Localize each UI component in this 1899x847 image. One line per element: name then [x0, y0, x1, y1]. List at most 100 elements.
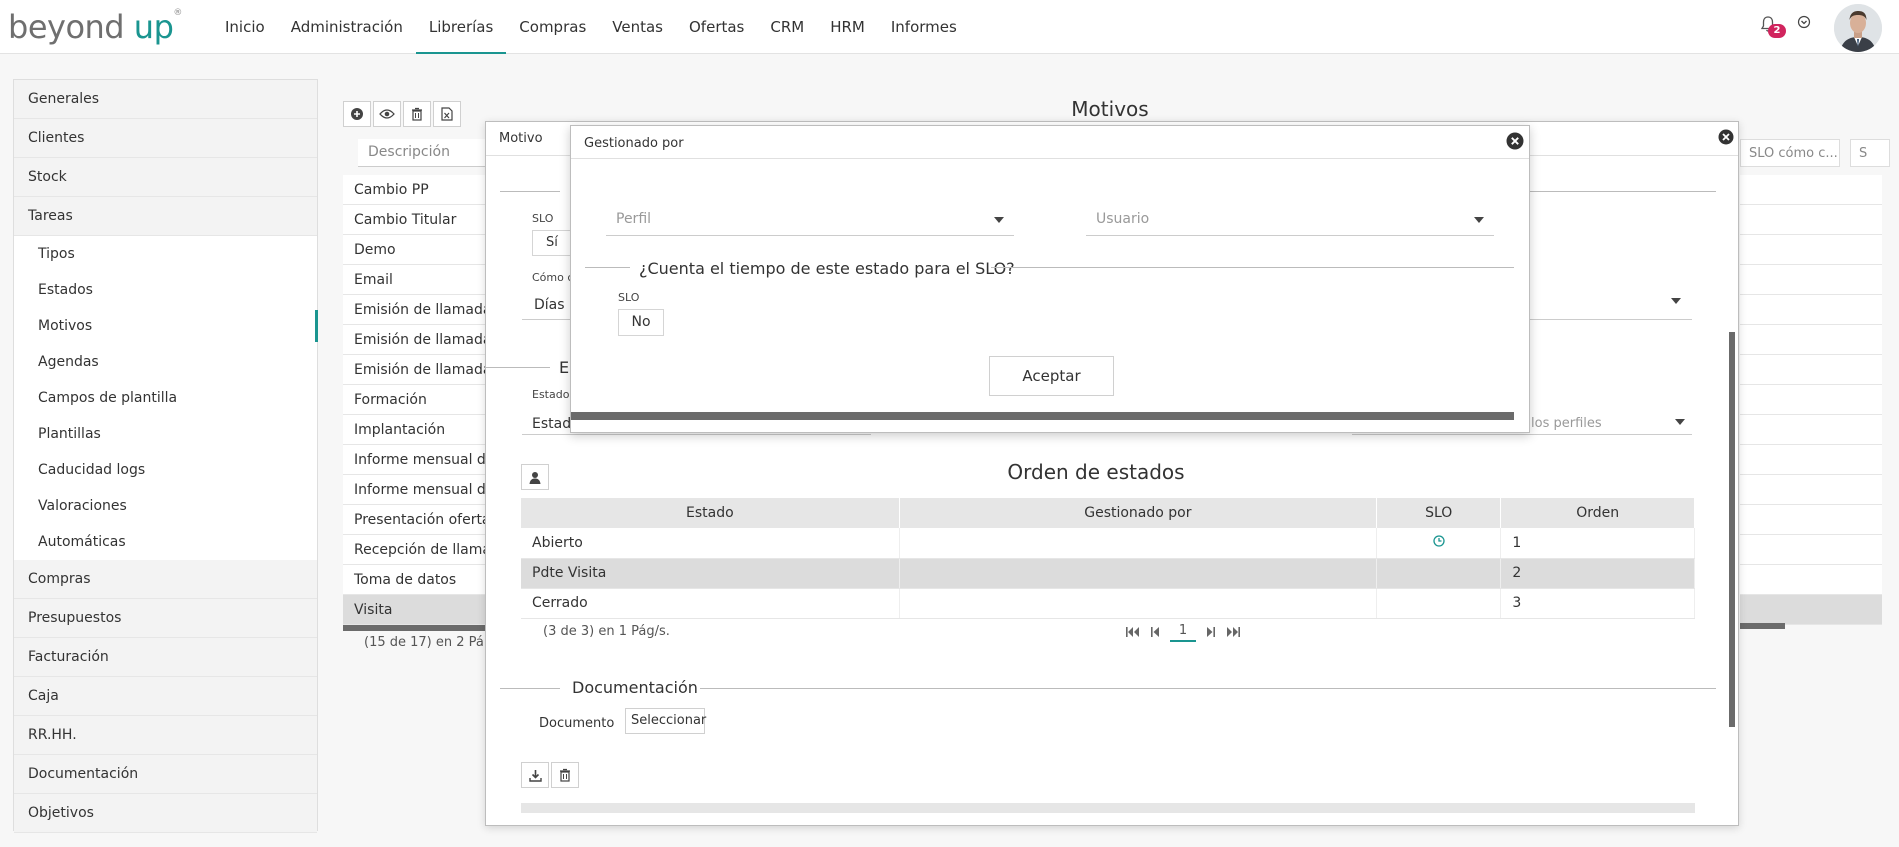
sidebar-subitem-tipos[interactable]: Tipos [14, 236, 317, 272]
list-item-right[interactable] [1740, 535, 1882, 565]
caret-down-icon[interactable] [1671, 298, 1681, 304]
sidebar-item-clientes[interactable]: Clientes [14, 119, 317, 158]
view-button[interactable] [373, 101, 401, 127]
sidebar-subitem-estados[interactable]: Estados [14, 272, 317, 308]
nav-item-librerias[interactable]: Librerías [415, 0, 507, 54]
list-item-right[interactable] [1740, 235, 1882, 265]
list-item[interactable]: Presentación oferta [343, 505, 485, 535]
sidebar-subitem-valoraciones[interactable]: Valoraciones [14, 488, 317, 524]
sidebar-subitem-motivos[interactable]: Motivos [14, 308, 318, 344]
column-header-slo[interactable]: SLO [1376, 498, 1502, 528]
list-item[interactable]: Formación [343, 385, 485, 415]
list-item-right[interactable] [1740, 175, 1882, 205]
sidebar-item-objetivos[interactable]: Objetivos [14, 794, 317, 833]
current-page[interactable]: 1 [1170, 622, 1196, 642]
caret-down-icon[interactable] [1675, 419, 1685, 425]
sidebar-item-stock[interactable]: Stock [14, 158, 317, 197]
nav-item-informes[interactable]: Informes [878, 0, 970, 54]
sidebar-item-caja[interactable]: Caja [14, 677, 317, 716]
list-item[interactable]: Recepción de llamada [343, 535, 485, 565]
column-header-gestionado-por[interactable]: Gestionado por [899, 498, 1378, 528]
list-item[interactable]: Cambio PP [343, 175, 485, 205]
sidebar-item-tareas[interactable]: Tareas [14, 197, 317, 236]
calc-method-select[interactable]: Días [534, 297, 565, 313]
list-item-right[interactable] [1740, 475, 1882, 505]
close-icon[interactable] [1718, 129, 1734, 145]
sidebar-item-documentacion[interactable]: Documentación [14, 755, 317, 794]
accept-button[interactable]: Aceptar [989, 356, 1114, 396]
column-filter-input[interactable]: S [1850, 139, 1890, 167]
list-item[interactable]: Demo [343, 235, 485, 265]
list-item-right[interactable] [1740, 265, 1882, 295]
list-item-right[interactable] [1740, 295, 1882, 325]
sidebar-subitem-plantillas[interactable]: Plantillas [14, 416, 317, 452]
nav-item-compras[interactable]: Compras [506, 0, 599, 54]
add-button[interactable] [343, 101, 371, 127]
export-excel-button[interactable] [433, 101, 461, 127]
table-row[interactable]: Cerrado 3 [521, 588, 1695, 619]
delete-button[interactable] [403, 101, 431, 127]
horizontal-scrollbar[interactable] [343, 625, 485, 631]
sidebar-item-rr-hh[interactable]: RR.HH. [14, 716, 317, 755]
user-select[interactable]: Usuario [1086, 208, 1494, 236]
sidebar-item-facturacion[interactable]: Facturación [14, 638, 317, 677]
slo-calc-filter-input[interactable]: SLO cómo c... [1740, 139, 1840, 167]
select-document-button[interactable]: Seleccionar [625, 708, 706, 734]
slo-toggle[interactable]: Sí [532, 230, 572, 256]
sidebar-item-presupuestos[interactable]: Presupuestos [14, 599, 317, 638]
column-header-orden[interactable]: Orden [1500, 498, 1695, 528]
list-item[interactable]: Emisión de llamada [343, 355, 485, 385]
list-item[interactable]: Emisión de llamada [343, 325, 485, 355]
sidebar-subitem-campos-de-plantilla[interactable]: Campos de plantilla [14, 380, 317, 416]
table-row[interactable]: Pdte Visita 2 [521, 558, 1695, 589]
sidebar-subitem-automaticas[interactable]: Automáticas [14, 524, 317, 560]
delete-document-button[interactable] [551, 762, 579, 788]
list-item-right[interactable] [1740, 565, 1882, 595]
description-filter-input[interactable]: Descripción [358, 139, 493, 167]
nav-item-ofertas[interactable]: Ofertas [676, 0, 757, 54]
table-row[interactable]: Abierto 1 [521, 528, 1695, 559]
list-item-right[interactable] [1740, 385, 1882, 415]
sidebar-subitem-caducidad-logs[interactable]: Caducidad logs [14, 452, 317, 488]
last-page-icon[interactable] [1222, 622, 1244, 642]
close-icon[interactable] [1506, 132, 1524, 150]
nav-item-ventas[interactable]: Ventas [599, 0, 676, 54]
nav-item-inicio[interactable]: Inicio [212, 0, 278, 54]
list-item-right[interactable] [1740, 595, 1882, 625]
list-item-right[interactable] [1740, 445, 1882, 475]
sidebar-subitem-agendas[interactable]: Agendas [14, 344, 317, 380]
first-page-icon[interactable] [1122, 622, 1144, 642]
list-item-right[interactable] [1740, 325, 1882, 355]
list-item-right[interactable] [1740, 415, 1882, 445]
horizontal-scrollbar[interactable] [571, 412, 1514, 420]
user-menu-chevron-icon[interactable] [1797, 15, 1811, 29]
list-item[interactable]: Emisión de llamada [343, 295, 485, 325]
list-item[interactable]: Cambio Titular [343, 205, 485, 235]
nav-item-hrm[interactable]: HRM [817, 0, 878, 54]
user-avatar[interactable] [1834, 4, 1882, 52]
assign-user-button[interactable] [521, 464, 549, 490]
vertical-scrollbar[interactable] [1729, 332, 1735, 727]
list-item-right[interactable] [1740, 505, 1882, 535]
list-item[interactable]: Implantación [343, 415, 485, 445]
list-item[interactable]: Informe mensual data [343, 445, 485, 475]
list-item-right[interactable] [1740, 355, 1882, 385]
sidebar-item-compras[interactable]: Compras [14, 560, 317, 599]
column-header-estado[interactable]: Estado [521, 498, 900, 528]
profile-select[interactable]: Perfil [606, 208, 1014, 236]
list-item[interactable]: Email [343, 265, 485, 295]
list-item[interactable]: Visita [343, 595, 485, 625]
sidebar-item-generales[interactable]: Generales [14, 80, 317, 119]
list-item-right[interactable] [1740, 205, 1882, 235]
nav-item-administracion[interactable]: Administración [278, 0, 416, 54]
prev-page-icon[interactable] [1144, 622, 1166, 642]
nav-item-crm[interactable]: CRM [757, 0, 817, 54]
list-item[interactable]: Informe mensual de lin [343, 475, 485, 505]
list-item[interactable]: Toma de datos [343, 565, 485, 595]
slo-toggle[interactable]: No [618, 309, 664, 336]
next-page-icon[interactable] [1200, 622, 1222, 642]
download-button[interactable] [521, 762, 549, 788]
app-logo[interactable]: beyond up® [8, 8, 182, 46]
profiles-select[interactable]: los perfiles [1531, 416, 1602, 431]
horizontal-scrollbar-right[interactable] [1740, 623, 1785, 629]
